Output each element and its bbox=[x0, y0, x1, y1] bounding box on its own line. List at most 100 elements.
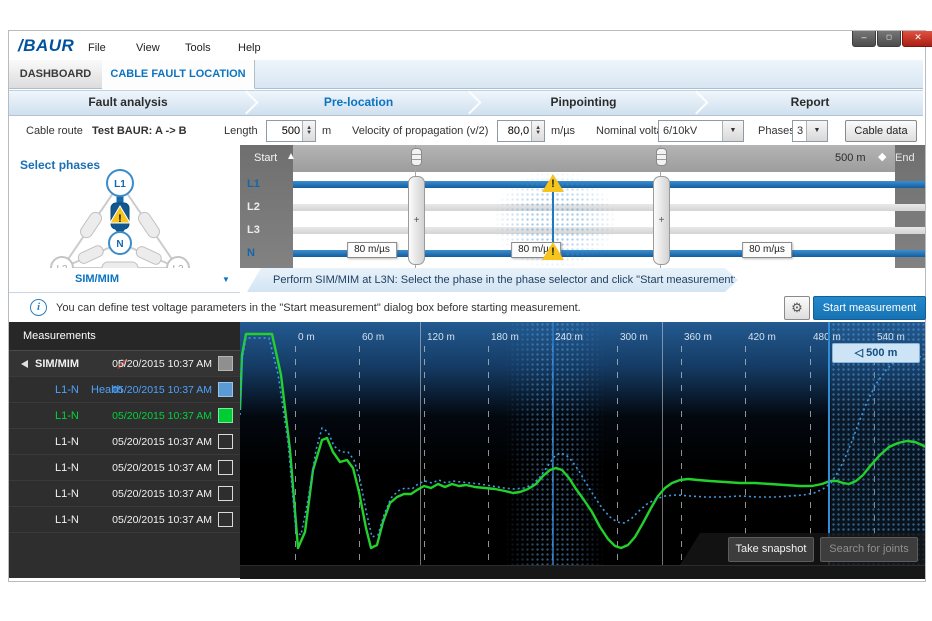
cursor-arrow-icon: ◁ bbox=[855, 347, 863, 359]
length-unit: m bbox=[322, 125, 331, 137]
cable-segment bbox=[135, 245, 163, 266]
step-pre-location[interactable]: Pre-location bbox=[247, 90, 470, 114]
measurement-label: L1-N bbox=[55, 462, 79, 474]
phase-label-l1: L1 bbox=[247, 178, 260, 190]
measurement-row[interactable]: L1-N 05/20/2015 10:37 AM bbox=[9, 429, 240, 455]
method-selector[interactable]: SIM/MIM ▼ bbox=[9, 268, 240, 293]
menu-tools[interactable]: Tools bbox=[185, 42, 211, 54]
measurement-checkbox[interactable] bbox=[218, 486, 233, 501]
measurement-label: L1-N bbox=[55, 488, 79, 500]
cable-joint[interactable]: + bbox=[653, 176, 670, 265]
search-for-joints-button[interactable]: Search for joints bbox=[820, 537, 918, 562]
velocity-input[interactable]: ▲▼ bbox=[497, 120, 545, 142]
cable-route-label: Cable route bbox=[26, 125, 83, 137]
gear-icon: ⚙ bbox=[791, 300, 803, 315]
svg-text:N: N bbox=[116, 239, 123, 250]
chevron-down-icon[interactable]: ▼ bbox=[222, 275, 230, 284]
menu-view[interactable]: View bbox=[136, 42, 160, 54]
settings-button[interactable]: ⚙ bbox=[784, 296, 810, 320]
length-field[interactable] bbox=[267, 121, 302, 141]
step-report[interactable]: Report bbox=[697, 90, 923, 114]
measurement-date: 05/20/2015 10:37 AM bbox=[112, 384, 212, 396]
measurement-row[interactable]: SIM/MIM⚙05/20/2015 10:37 AM bbox=[9, 351, 240, 377]
cable-diagram[interactable]: Start ▲ 500 m ◆ End L1L2L3N ++ 80 m/µs80… bbox=[240, 145, 925, 268]
measurement-checkbox[interactable] bbox=[218, 408, 233, 423]
method-selector-value: SIM/MIM bbox=[75, 273, 119, 285]
phase-label-l3: L3 bbox=[247, 224, 260, 236]
measurement-label: L1-N bbox=[55, 436, 79, 448]
application-window: /BAUR File View Tools Help – ◻ ✕ DASHBOA… bbox=[0, 0, 932, 621]
maximize-button[interactable]: ◻ bbox=[877, 31, 901, 47]
trace-l1-n-health bbox=[240, 338, 925, 537]
start-measurement-button[interactable]: Start measurement bbox=[813, 296, 926, 320]
step-fault-analysis[interactable]: Fault analysis bbox=[9, 90, 247, 114]
measurement-checkbox[interactable] bbox=[218, 460, 233, 475]
measurement-row[interactable]: L1-N05/20/2015 10:37 AM bbox=[9, 455, 240, 481]
start-marker-icon[interactable]: ▲ bbox=[286, 151, 296, 162]
cursor-position-value: 500 m bbox=[866, 347, 897, 359]
measurement-row[interactable]: L1-N05/20/2015 10:37 AM bbox=[9, 507, 240, 533]
instruction-bubble: Perform SIM/MIM at L3N: Select the phase… bbox=[247, 268, 738, 292]
measurements-panel: Measurements SIM/MIM⚙05/20/2015 10:37 AM… bbox=[9, 322, 240, 578]
phase-label-n: N bbox=[247, 247, 255, 259]
measurement-checkbox[interactable] bbox=[218, 356, 233, 371]
phases-value: 3 bbox=[793, 125, 806, 137]
cable-data-button[interactable]: Cable data bbox=[845, 120, 917, 142]
voltage-dropdown[interactable]: 6/10kV ▼ bbox=[658, 120, 744, 142]
chevron-down-icon[interactable]: ▼ bbox=[722, 121, 743, 141]
measurement-date: 05/20/2015 10:37 AM bbox=[112, 488, 212, 500]
measurement-row[interactable]: L1-NHealth05/20/2015 10:37 AM bbox=[9, 377, 240, 403]
measurement-checkbox[interactable] bbox=[218, 382, 233, 397]
velocity-spinner[interactable]: ▲▼ bbox=[531, 121, 544, 141]
end-label: End bbox=[895, 152, 915, 164]
trace-chart[interactable]: ◁ 500 m Take snapshot Search for joints … bbox=[240, 322, 925, 565]
measurement-checkbox[interactable] bbox=[218, 434, 233, 449]
window-controls: – ◻ ✕ bbox=[852, 31, 932, 47]
cable-segment bbox=[77, 244, 105, 265]
cable-segment bbox=[136, 210, 162, 240]
info-icon: i bbox=[30, 299, 47, 316]
measurement-row[interactable]: L1-N05/20/2015 10:37 AM bbox=[9, 403, 240, 429]
length-input[interactable]: ▲▼ bbox=[266, 120, 316, 142]
measurement-row[interactable]: L1-N 05/20/2015 10:37 AM bbox=[9, 481, 240, 507]
spin-down-icon[interactable]: ▼ bbox=[306, 131, 312, 136]
cable-segment bbox=[78, 210, 104, 240]
measurement-checkbox[interactable] bbox=[218, 512, 233, 527]
cable-joint[interactable]: + bbox=[408, 176, 425, 265]
length-spinner[interactable]: ▲▼ bbox=[302, 121, 315, 141]
trace-l1-n bbox=[240, 334, 925, 548]
measurement-label: L1-N bbox=[55, 384, 79, 396]
baur-logo: /BAUR bbox=[18, 36, 74, 56]
measurement-date: 05/20/2015 10:37 AM bbox=[112, 514, 212, 526]
cable-header-band bbox=[240, 145, 925, 172]
propagation-speed-badge: 80 m/µs bbox=[742, 242, 792, 258]
menu-file[interactable]: File bbox=[88, 42, 106, 54]
take-snapshot-button[interactable]: Take snapshot bbox=[728, 537, 814, 562]
svg-text:!: ! bbox=[118, 213, 122, 225]
end-marker-icon[interactable]: ◆ bbox=[878, 150, 886, 163]
chevron-down-icon[interactable]: ▼ bbox=[806, 121, 827, 141]
velocity-label: Velocity of propagation (v/2) bbox=[352, 125, 488, 137]
cursor-position-badge[interactable]: ◁ 500 m bbox=[832, 343, 920, 363]
measurement-label: L1-N bbox=[55, 410, 79, 422]
distance-cursor-line[interactable] bbox=[828, 322, 830, 565]
velocity-field[interactable] bbox=[498, 121, 531, 141]
length-label: Length bbox=[224, 125, 258, 137]
menu-help[interactable]: Help bbox=[238, 42, 261, 54]
tab-dashboard[interactable]: DASHBOARD bbox=[9, 60, 103, 88]
joint-icon bbox=[656, 148, 667, 166]
phases-dropdown[interactable]: 3 ▼ bbox=[792, 120, 828, 142]
measurement-date: 05/20/2015 10:37 AM bbox=[112, 436, 212, 448]
expander-icon[interactable] bbox=[21, 360, 28, 368]
spin-down-icon[interactable]: ▼ bbox=[535, 131, 541, 136]
tab-cable-fault-location[interactable]: CABLE FAULT LOCATION bbox=[102, 60, 255, 89]
cable-length-label: 500 m bbox=[835, 152, 866, 164]
close-button[interactable]: ✕ bbox=[902, 31, 932, 47]
voltage-value: 6/10kV bbox=[659, 125, 722, 137]
minimize-button[interactable]: – bbox=[852, 31, 876, 47]
measurement-label: SIM/MIM bbox=[35, 358, 79, 370]
svg-text:L1: L1 bbox=[114, 179, 126, 190]
velocity-unit: m/µs bbox=[551, 125, 575, 137]
joint-icon bbox=[411, 148, 422, 166]
step-pinpointing[interactable]: Pinpointing bbox=[470, 90, 697, 114]
